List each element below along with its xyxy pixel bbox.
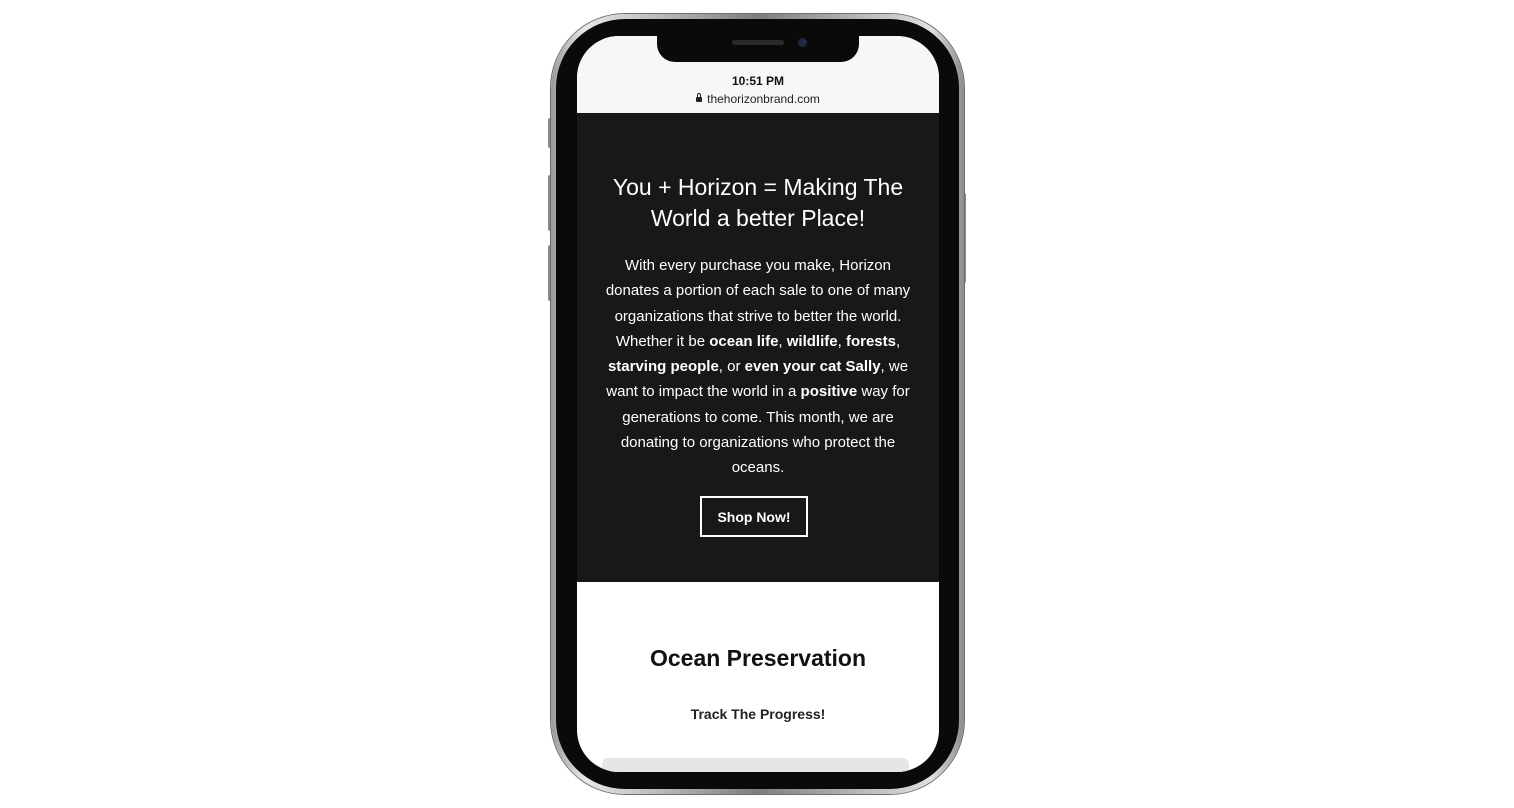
phone-screen: 10:51 PM thehorizonbrand.com You + Horiz… bbox=[577, 36, 939, 772]
hero-body-text: With every purchase you make, Horizon do… bbox=[599, 253, 917, 481]
progress-bar-track bbox=[602, 758, 909, 772]
hero-body-emphasis: wildlife bbox=[786, 332, 838, 350]
hero-body-emphasis: positive bbox=[800, 383, 858, 401]
address-bar[interactable]: thehorizonbrand.com bbox=[577, 92, 939, 106]
hero-body-emphasis: ocean life bbox=[709, 332, 779, 350]
section-title: Ocean Preservation bbox=[649, 645, 867, 671]
front-camera bbox=[798, 38, 807, 47]
notch bbox=[657, 36, 859, 62]
hero-body-run: , bbox=[778, 332, 787, 350]
lock-icon bbox=[696, 93, 703, 102]
status-time: 10:51 PM bbox=[731, 74, 785, 88]
url-text: thehorizonbrand.com bbox=[707, 92, 820, 106]
hero-body-emphasis: forests bbox=[845, 332, 896, 350]
hero-body-run: , bbox=[837, 332, 846, 350]
hero-body-emphasis: even your cat Sally bbox=[744, 358, 881, 376]
shop-now-button[interactable]: Shop Now! bbox=[700, 496, 808, 537]
hero-section: You + Horizon = Making The World a bette… bbox=[577, 113, 939, 582]
hero-body-emphasis: starving people bbox=[607, 358, 719, 376]
hero-body-run: , bbox=[895, 332, 901, 350]
page: 10:51 PM thehorizonbrand.com You + Horiz… bbox=[0, 0, 1514, 808]
section-subtitle: Track The Progress! bbox=[690, 706, 826, 722]
hero-body-run: , or bbox=[718, 358, 745, 376]
hero-title: You + Horizon = Making The World a bette… bbox=[612, 174, 904, 231]
speaker-grille bbox=[732, 40, 784, 45]
